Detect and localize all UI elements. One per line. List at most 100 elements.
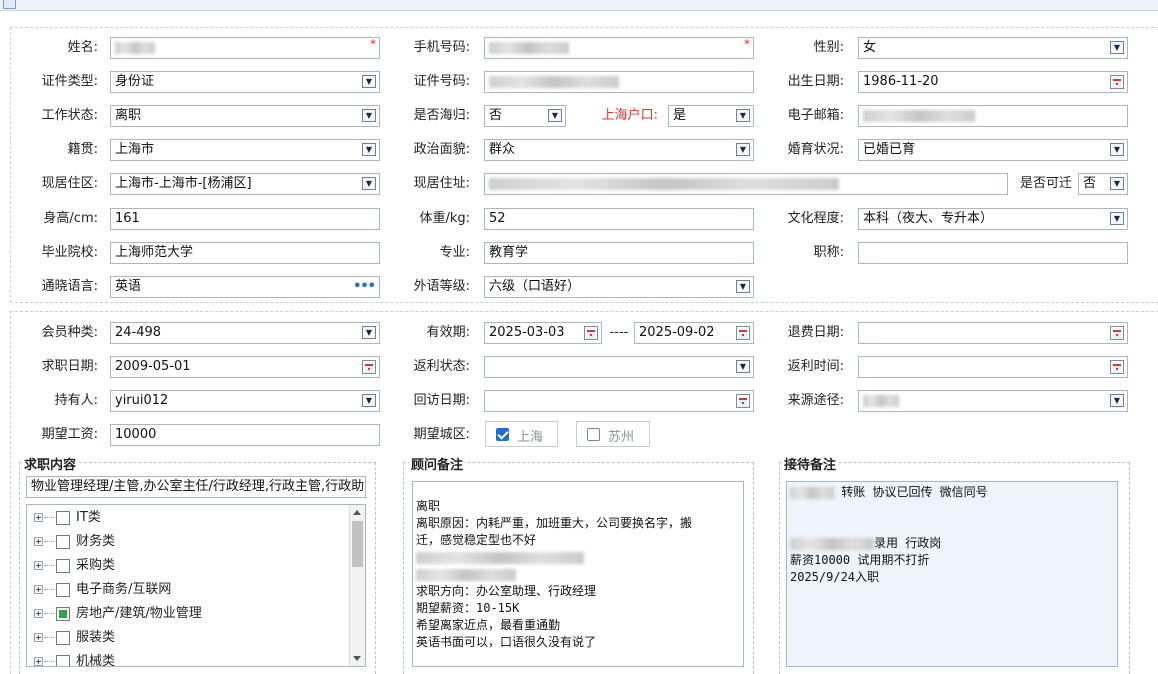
school-field[interactable]: 上海师范大学 (110, 242, 380, 264)
calendar-icon[interactable] (1110, 360, 1124, 374)
note-line: 期望薪资：10-15K (416, 601, 520, 615)
checkbox-icon[interactable] (56, 559, 70, 573)
scroll-up-icon[interactable] (353, 510, 361, 515)
calendar-icon[interactable] (736, 394, 750, 408)
chevron-down-icon[interactable]: ▼ (362, 109, 376, 122)
work-status-value: 离职 (115, 108, 142, 123)
job-date-field[interactable]: 2009-05-01 (110, 356, 380, 378)
chevron-down-icon[interactable]: ▼ (1110, 394, 1124, 407)
checkbox-icon[interactable] (56, 535, 70, 549)
chevron-down-icon[interactable]: ▼ (736, 360, 750, 373)
relocatable-select[interactable]: 否 ▼ (1078, 173, 1128, 195)
chevron-down-icon[interactable]: ▼ (1110, 177, 1124, 190)
redacted-email (863, 109, 975, 122)
advisor-notes-textarea[interactable]: 离职 离职原因：内耗严重，加班重大，公司要换名字，搬 迁，感觉稳定型也不好 求职… (412, 481, 744, 667)
expand-icon[interactable] (34, 609, 43, 618)
tree-item[interactable]: 采购类 (27, 555, 347, 577)
checkbox-partial-icon[interactable] (56, 607, 70, 621)
expand-icon[interactable] (34, 537, 43, 546)
valid-start-field[interactable]: 2025-03-03 (484, 322, 602, 344)
expand-icon[interactable] (34, 585, 43, 594)
checkbox-icon[interactable] (56, 655, 70, 666)
tree-item[interactable]: 服装类 (27, 627, 347, 649)
chevron-down-icon[interactable]: ▼ (362, 143, 376, 156)
education-select[interactable]: 本科（夜大、专升本） ▼ (858, 208, 1128, 230)
weight-field[interactable]: 52 (484, 208, 754, 230)
chevron-down-icon[interactable]: ▼ (1110, 41, 1124, 54)
visit-date-field[interactable] (484, 390, 754, 412)
expand-icon[interactable] (34, 657, 43, 666)
native-place-label: 籍贯: (67, 142, 98, 157)
chevron-down-icon[interactable]: ▼ (362, 394, 376, 407)
checkbox-checked-icon[interactable] (496, 428, 509, 441)
chevron-down-icon[interactable]: ▼ (362, 326, 376, 339)
checkbox-icon[interactable] (587, 428, 600, 441)
tree-item[interactable]: IT类 (27, 507, 347, 529)
name-field[interactable]: * (110, 37, 380, 59)
city-option-shanghai[interactable]: 上海 (485, 421, 558, 447)
id-type-select[interactable]: 身份证 ▼ (110, 71, 380, 93)
marital-select[interactable]: 已婚已育 ▼ (858, 139, 1128, 161)
work-status-select[interactable]: 离职 ▼ (110, 105, 380, 127)
chevron-down-icon[interactable]: ▼ (736, 143, 750, 156)
language-field[interactable]: 英语 ••• (110, 276, 380, 298)
checkbox-icon[interactable] (56, 583, 70, 597)
chevron-down-icon[interactable]: ▼ (736, 109, 750, 122)
native-place-select[interactable]: 上海市 ▼ (110, 139, 380, 161)
scroll-down-icon[interactable] (353, 656, 361, 661)
gender-select[interactable]: 女 ▼ (858, 37, 1128, 59)
chevron-down-icon[interactable]: ▼ (548, 109, 562, 122)
calendar-icon[interactable] (1110, 75, 1124, 89)
calendar-icon[interactable] (584, 326, 598, 340)
checkbox-icon[interactable] (56, 631, 70, 645)
residence-address-field[interactable] (484, 173, 1008, 195)
tree-item[interactable]: 房地产/建筑/物业管理 (27, 603, 347, 625)
city-option-suzhou[interactable]: 苏州 (576, 421, 650, 447)
overseas-select[interactable]: 否 ▼ (484, 105, 566, 127)
source-select[interactable]: ▼ (858, 390, 1128, 412)
tree-item[interactable]: 财务类 (27, 531, 347, 553)
tree-scrollbar[interactable] (349, 505, 365, 666)
language-level-select[interactable]: 六级（口语好） ▼ (484, 276, 754, 298)
calendar-icon[interactable] (1110, 326, 1124, 340)
refund-date-field[interactable] (858, 322, 1128, 344)
chevron-down-icon[interactable]: ▼ (362, 75, 376, 88)
expand-icon[interactable] (34, 561, 43, 570)
tree-item[interactable]: 机械类 (27, 651, 347, 666)
chevron-down-icon[interactable]: ▼ (1110, 212, 1124, 225)
calendar-icon[interactable] (362, 360, 376, 374)
hukou-select[interactable]: 是 ▼ (668, 105, 754, 127)
rebate-status-select[interactable]: ▼ (484, 356, 754, 378)
chevron-down-icon[interactable]: ▼ (362, 177, 376, 190)
tree-connector (44, 517, 54, 518)
calendar-icon[interactable] (736, 326, 750, 340)
rebate-time-field[interactable] (858, 356, 1128, 378)
expand-icon[interactable] (34, 513, 43, 522)
more-icon[interactable]: ••• (353, 277, 376, 297)
height-field[interactable]: 161 (110, 208, 380, 230)
checkbox-icon[interactable] (56, 511, 70, 525)
tree-item-label: 采购类 (76, 558, 116, 573)
title-field[interactable] (858, 242, 1128, 264)
residence-area-select[interactable]: 上海市-上海市-[杨浦区] ▼ (110, 173, 380, 195)
political-select[interactable]: 群众 ▼ (484, 139, 754, 161)
holder-select[interactable]: yirui012 ▼ (110, 390, 380, 412)
valid-end-field[interactable]: 2025-09-02 (634, 322, 754, 344)
note-line: 薪资10000 试用期不打折 (790, 553, 930, 567)
expected-salary-field[interactable]: 10000 (110, 424, 380, 446)
job-summary-field[interactable]: 物业管理经理/主管,办公室主任/行政经理,行政主管,行政助 (26, 476, 366, 498)
scroll-thumb[interactable] (352, 521, 363, 567)
birth-date-field[interactable]: 1986-11-20 (858, 71, 1128, 93)
expand-icon[interactable] (34, 633, 43, 642)
major-field[interactable]: 教育学 (484, 242, 754, 264)
mobile-field[interactable]: * (484, 37, 754, 59)
chevron-down-icon[interactable]: ▼ (1110, 143, 1124, 156)
chevron-down-icon[interactable]: ▼ (736, 280, 750, 293)
reception-notes-textarea[interactable]: 转账 协议已回传 微信同号 录用 行政岗 薪资10000 试用期不打折 2025… (786, 481, 1118, 667)
school-label: 毕业院校: (41, 245, 98, 260)
email-field[interactable] (858, 105, 1128, 127)
job-category-tree[interactable]: 机械类 服装类 房地产/建筑/物业管理 电子商务/互联网 采购类 财务类 IT类 (26, 504, 366, 667)
id-number-field[interactable] (484, 71, 754, 93)
tree-item[interactable]: 电子商务/互联网 (27, 579, 347, 601)
member-type-select[interactable]: 24-498 ▼ (110, 322, 380, 344)
